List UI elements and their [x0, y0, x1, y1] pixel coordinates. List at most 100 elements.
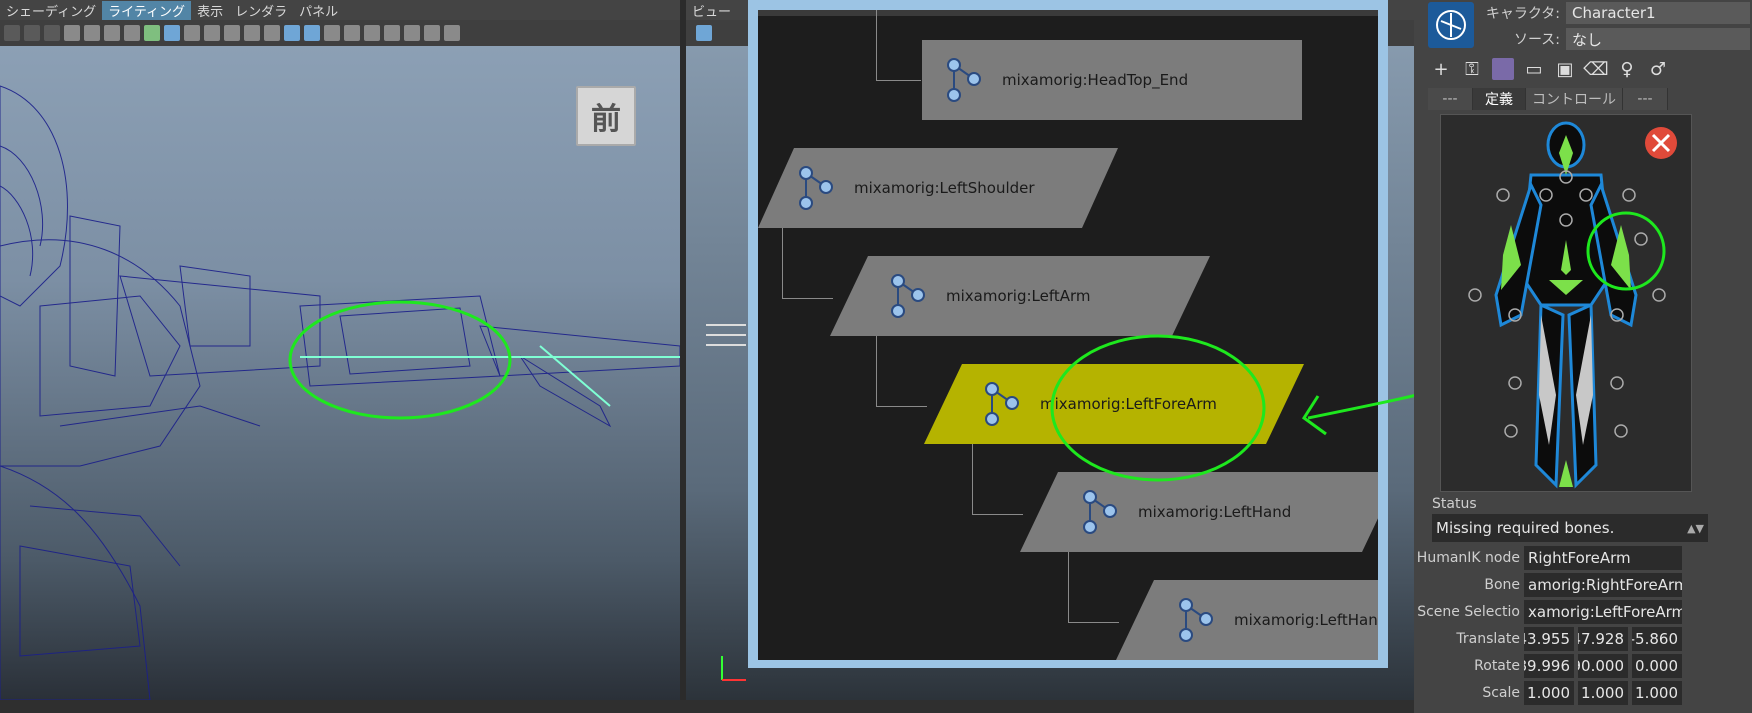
menu-renderer[interactable]: レンダラ	[229, 1, 293, 20]
spin-arrows-icon[interactable]: ▲▼	[1687, 522, 1704, 535]
shading-icon[interactable]	[44, 25, 60, 41]
status-field: Missing required bones. ▲▼	[1432, 514, 1708, 542]
hierarchy-link	[876, 10, 921, 81]
camera-icon[interactable]	[64, 25, 80, 41]
pencil-icon[interactable]	[144, 25, 160, 41]
status-label: Status	[1432, 496, 1477, 512]
grease-pencil-icon[interactable]	[264, 25, 280, 41]
ambient-occlusion-icon[interactable]	[404, 25, 420, 41]
figure-icon[interactable]: ♂	[1647, 58, 1669, 80]
hierarchy-link	[1068, 552, 1119, 623]
text-icon[interactable]	[696, 25, 712, 41]
grid-icon[interactable]	[164, 25, 180, 41]
source-dropdown[interactable]: なし	[1566, 28, 1750, 50]
translate-z[interactable]: -5.860	[1632, 627, 1682, 651]
humanik-node-row: HumanIK node RightForeArm	[1414, 546, 1682, 570]
skeleton-icon[interactable]	[1492, 58, 1514, 80]
bookmark-icon[interactable]	[104, 25, 120, 41]
safe-area-icon[interactable]	[224, 25, 240, 41]
annotation-circle-forearm	[1050, 334, 1266, 482]
scale-y[interactable]: 1.000	[1578, 681, 1628, 705]
joint-icon	[1083, 490, 1117, 534]
left-viewport-menubar: シェーディング ライティング 表示 レンダラ パネル	[0, 0, 680, 20]
joint-node[interactable]: mixamorig:LeftArm	[830, 256, 1210, 336]
character-dropdown[interactable]: Character1	[1566, 2, 1750, 24]
add-icon[interactable]: +	[1430, 58, 1452, 80]
trash-icon[interactable]: ⌫	[1583, 58, 1608, 80]
joint-node[interactable]: mixamorig:LeftHand	[1116, 580, 1378, 660]
scene-selection-field[interactable]: xamorig:LeftForeArm	[1524, 600, 1682, 624]
wireframe-on-shaded-icon[interactable]	[324, 25, 340, 41]
pan-zoom-icon[interactable]	[244, 25, 260, 41]
joint-label: mixamorig:HeadTop_End	[1002, 71, 1189, 89]
bone-field[interactable]: amorig:RightForeArm	[1524, 573, 1682, 597]
left-viewport-toolbar	[0, 20, 680, 46]
bone-label: Bone	[1484, 577, 1520, 593]
joint-node[interactable]: mixamorig:HeadTop_End	[922, 40, 1302, 120]
translate-label: Translate	[1456, 631, 1520, 647]
character-definition-figure[interactable]	[1440, 114, 1692, 492]
translate-y[interactable]: 47.928	[1578, 627, 1628, 651]
camera-attr-icon[interactable]	[84, 25, 100, 41]
lights-icon[interactable]	[364, 25, 380, 41]
view-cube-front[interactable]: 前	[576, 86, 636, 146]
bone-row: Bone amorig:RightForeArm	[1414, 573, 1682, 597]
joint-label: mixamorig:LeftShoulder	[854, 179, 1035, 197]
tab-controls[interactable]: コントロール	[1526, 88, 1623, 110]
menu-shading[interactable]: シェーディング	[0, 1, 102, 20]
scene-selection-label: Scene Selectio	[1417, 604, 1520, 620]
hierarchy-link	[876, 336, 927, 407]
resolution-gate-icon[interactable]	[204, 25, 220, 41]
shading-icon[interactable]	[4, 25, 20, 41]
status-text: Missing required bones.	[1436, 519, 1615, 537]
tpose-icon[interactable]: ♀	[1616, 58, 1638, 80]
hierarchy-topbar	[758, 10, 1378, 16]
humanik-logo-icon[interactable]	[1428, 2, 1474, 48]
skeleton-hierarchy-window[interactable]: mixamorig:HeadTop_End mixamorig:LeftShou…	[748, 0, 1388, 668]
tab-empty-left[interactable]: ---	[1428, 88, 1473, 110]
menu-show[interactable]: 表示	[191, 1, 229, 20]
textured-icon[interactable]	[344, 25, 360, 41]
humanik-node-label: HumanIK node	[1416, 550, 1520, 566]
joint-label: mixamorig:LeftHand	[1234, 611, 1378, 629]
folder-icon[interactable]: ▭	[1523, 58, 1545, 80]
left-viewport[interactable]: シェーディング ライティング 表示 レンダラ パネル 前	[0, 0, 680, 700]
humanik-node-field[interactable]: RightForeArm	[1524, 546, 1682, 570]
hierarchy-link	[782, 228, 833, 299]
hierarchy-canvas[interactable]: mixamorig:HeadTop_End mixamorig:LeftShou…	[758, 10, 1378, 660]
hik-toolbar: + ⚿ ▭ ▣ ⌫ ♀ ♂	[1430, 58, 1678, 80]
scale-label: Scale	[1482, 685, 1520, 701]
film-gate-icon[interactable]	[184, 25, 200, 41]
menu-view[interactable]: ビュー	[686, 1, 737, 20]
motion-blur-icon[interactable]	[424, 25, 440, 41]
joint-node[interactable]: mixamorig:LeftShoulder	[758, 148, 1118, 228]
humanik-panel: キャラクタ: Character1 ソース: なし + ⚿ ▭ ▣ ⌫ ♀ ♂ …	[1414, 0, 1752, 713]
antialias-icon[interactable]	[444, 25, 460, 41]
tab-definition[interactable]: 定義	[1473, 88, 1526, 110]
translate-x[interactable]: 43.955	[1524, 627, 1574, 651]
rotate-y[interactable]: 90.000	[1578, 654, 1628, 678]
image-plane-icon[interactable]	[124, 25, 140, 41]
shading-icon[interactable]	[24, 25, 40, 41]
joint-icon	[799, 166, 833, 210]
wireframe-icon[interactable]	[284, 25, 300, 41]
joint-icon	[985, 382, 1019, 426]
joint-icon	[891, 274, 925, 318]
scale-z[interactable]: 1.000	[1632, 681, 1682, 705]
scale-row: Scale 1.000 1.000 1.000	[1414, 681, 1686, 705]
annotation-circle-figure-arm	[1586, 211, 1666, 291]
rotate-x[interactable]: 89.996	[1524, 654, 1574, 678]
character-label: キャラクタ:	[1485, 6, 1560, 22]
unlock-icon[interactable]: ⚿	[1461, 58, 1483, 80]
save-icon[interactable]: ▣	[1554, 58, 1576, 80]
shadows-icon[interactable]	[384, 25, 400, 41]
source-label: ソース:	[1513, 32, 1560, 48]
scale-x[interactable]: 1.000	[1524, 681, 1574, 705]
menu-lighting[interactable]: ライティング	[102, 0, 192, 20]
tab-empty-right[interactable]: ---	[1623, 88, 1668, 110]
joint-label: mixamorig:LeftArm	[946, 287, 1091, 305]
bottom-strip	[0, 700, 1414, 713]
smooth-shade-icon[interactable]	[304, 25, 320, 41]
menu-panels[interactable]: パネル	[293, 1, 344, 20]
rotate-z[interactable]: 0.000	[1632, 654, 1682, 678]
